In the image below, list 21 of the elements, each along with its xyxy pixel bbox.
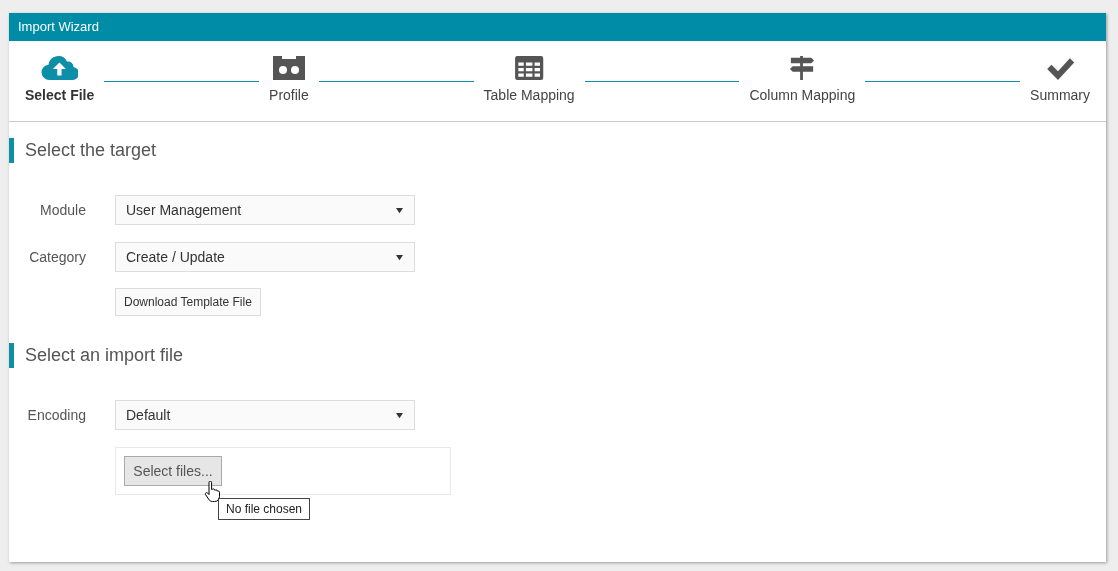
section-heading: Select the target [9,138,1106,163]
step-label[interactable]: Profile [269,87,309,103]
caret-icon [395,411,404,419]
hand-cursor-icon [204,481,220,503]
field-label: Module [40,202,86,218]
step-label[interactable]: Table Mapping [483,87,575,103]
step-label[interactable]: Column Mapping [749,87,856,103]
caret-icon [395,253,404,261]
step-label[interactable]: Select File [25,87,95,103]
dropdown[interactable]: Create / Update [115,242,415,272]
download-button[interactable]: Download Template File [115,288,261,316]
section-heading: Select an import file [9,343,1106,368]
tooltip: No file chosen [218,498,311,520]
caret-icon [395,206,404,214]
dropdown[interactable]: User Management [115,195,415,225]
window-title: Import Wizard [9,13,1106,41]
field-label: Category [29,249,86,265]
step-label[interactable]: Summary [1030,87,1090,103]
dropdown[interactable]: Default [115,400,415,430]
field-label: Encoding [27,407,86,423]
select-files-button[interactable]: Select files... [124,456,222,486]
